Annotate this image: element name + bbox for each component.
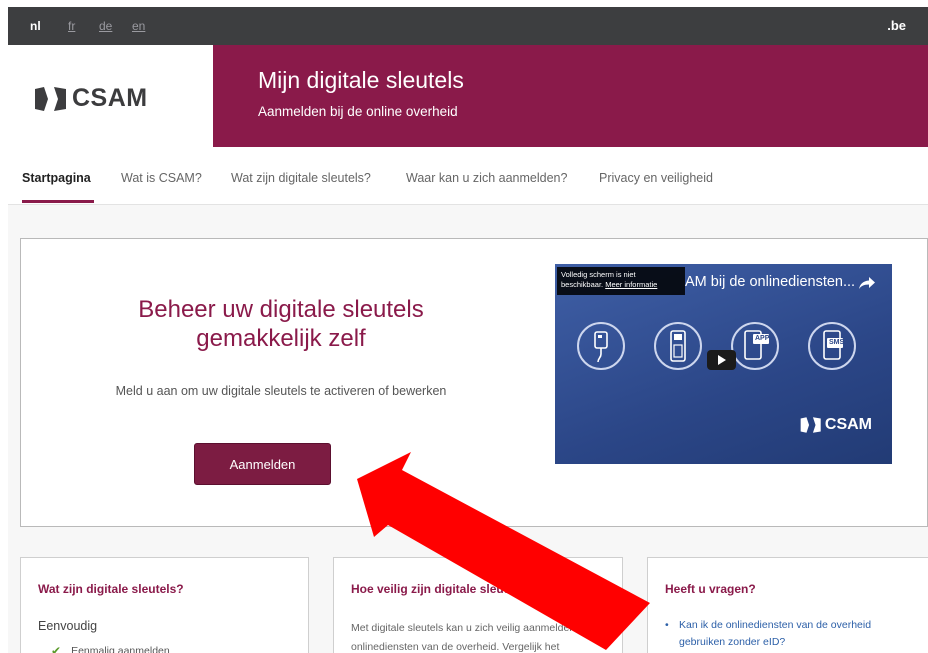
- csam-logo[interactable]: CSAM: [34, 84, 148, 113]
- smartphone-app-icon: [744, 330, 769, 360]
- logo-text: CSAM: [72, 84, 148, 112]
- video-player[interactable]: Volledig scherm is niet beschikbaar. Mee…: [555, 264, 892, 464]
- nav-active-indicator: [22, 200, 94, 203]
- lang-fr[interactable]: fr: [68, 19, 75, 33]
- lang-en[interactable]: en: [132, 19, 145, 33]
- sms-badge: SMS: [829, 339, 845, 346]
- video-csam-logo: CSAM: [800, 416, 872, 434]
- nav-item-digitale-sleutels[interactable]: Wat zijn digitale sleutels?: [231, 171, 371, 185]
- info-card-veiligheid: Hoe veilig zijn digitale sleutels? Met d…: [333, 557, 623, 653]
- page: nl fr de en .be CSAM Mijn digitale sleut…: [0, 0, 928, 653]
- video-title[interactable]: AM bij de onlinediensten...: [685, 274, 855, 290]
- video-logo-icon: [800, 417, 821, 433]
- check-icon: ✔: [51, 644, 62, 653]
- aanmelden-button[interactable]: Aanmelden: [194, 443, 331, 485]
- video-logo-text: CSAM: [824, 416, 872, 433]
- page-title: Mijn digitale sleutels: [258, 67, 464, 93]
- card1-title: Wat zijn digitale sleutels?: [38, 582, 184, 596]
- app-circle: APP: [731, 322, 779, 370]
- card2-title: Hoe veilig zijn digitale sleutels?: [351, 582, 532, 596]
- nav-item-startpagina[interactable]: Startpagina: [22, 171, 91, 185]
- tooltip-line1: Volledig scherm is niet: [561, 270, 636, 279]
- header-logo-area: CSAM: [8, 45, 213, 147]
- hero-title-line2: gemakkelijk zelf: [196, 325, 366, 352]
- card3-title: Heeft u vragen?: [665, 582, 756, 596]
- tooltip-line2: beschikbaar.: [561, 279, 604, 289]
- sms-circle: SMS: [808, 322, 856, 370]
- fullscreen-tooltip: Volledig scherm is niet beschikbaar. Mee…: [557, 267, 685, 295]
- language-bar: nl fr de en .be: [8, 7, 928, 45]
- token-device-icon: [670, 330, 686, 362]
- card2-text: Met digitale sleutels kan u zich veilig …: [351, 622, 589, 653]
- card-reader-icon: [594, 331, 608, 363]
- lang-nl[interactable]: nl: [30, 19, 41, 33]
- be-portal-link[interactable]: .be: [887, 18, 906, 33]
- faq-link[interactable]: Kan ik de onlinediensten van de overheid…: [665, 617, 920, 651]
- page-subtitle: Aanmelden bij de online overheid: [258, 104, 458, 119]
- main-nav: Startpagina Wat is CSAM? Wat zijn digita…: [8, 147, 928, 205]
- card-reader-circle: [577, 322, 625, 370]
- csam-logo-icon: [35, 86, 66, 111]
- info-card-digitale-sleutels: Wat zijn digitale sleutels? Eenvoudig ✔ …: [20, 557, 309, 653]
- hero-panel: Beheer uw digitale sleutels gemakkelijk …: [20, 238, 928, 527]
- header-banner: Mijn digitale sleutels Aanmelden bij de …: [213, 45, 928, 147]
- card1-subtitle: Eenvoudig: [38, 619, 98, 633]
- play-button-icon[interactable]: [707, 350, 736, 370]
- nav-item-wat-is-csam[interactable]: Wat is CSAM?: [121, 171, 202, 185]
- list-item: ✔ Eenmalig aanmelden: [51, 644, 170, 653]
- info-card-vragen: Heeft u vragen? Kan ik de onlinediensten…: [647, 557, 928, 653]
- tooltip-link[interactable]: Meer informatie: [605, 280, 657, 289]
- app-badge: APP: [755, 335, 770, 342]
- hero-description: Meld u aan om uw digitale sleutels te ac…: [115, 384, 447, 398]
- smartphone-sms-icon: [823, 330, 843, 360]
- lang-de[interactable]: de: [99, 19, 112, 33]
- share-icon[interactable]: [858, 276, 876, 290]
- token-circle: [654, 322, 702, 370]
- hero-title-line1: Beheer uw digitale sleutels: [138, 296, 424, 323]
- nav-item-privacy[interactable]: Privacy en veiligheid: [599, 171, 713, 185]
- hero-title: Beheer uw digitale sleutels gemakkelijk …: [21, 295, 541, 353]
- nav-item-waar-aanmelden[interactable]: Waar kan u zich aanmelden?: [406, 171, 567, 185]
- card1-item-label: Eenmalig aanmelden: [71, 645, 170, 653]
